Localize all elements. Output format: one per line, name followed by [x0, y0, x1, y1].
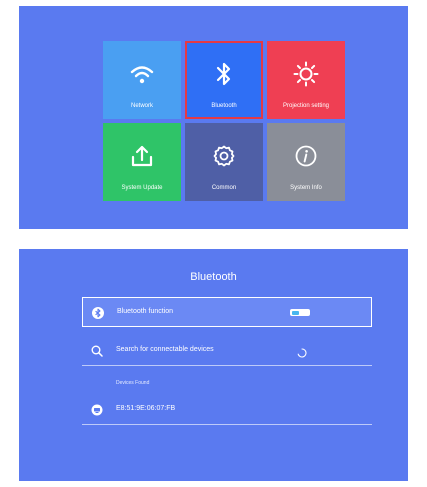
loading-spinner-icon — [297, 345, 307, 358]
tile-label: Bluetooth — [211, 103, 237, 109]
wifi-icon — [103, 61, 181, 87]
tile-common[interactable]: Common — [185, 123, 263, 201]
tile-system-update[interactable]: System Update — [103, 123, 181, 201]
search-devices-row[interactable]: Search for connectable devices — [82, 336, 372, 366]
tile-label: Common — [211, 185, 237, 191]
tile-label: Projection setting — [282, 103, 330, 109]
settings-menu-panel: Network Bluetooth Projection setting Sys… — [19, 6, 408, 229]
device-name: E8:51:9E:06:07:FB — [116, 405, 176, 412]
bluetooth-icon — [187, 61, 261, 87]
gear-icon — [185, 143, 263, 169]
tile-network[interactable]: Network — [103, 41, 181, 119]
tile-system-info[interactable]: System Info — [267, 123, 345, 201]
upload-icon — [103, 143, 181, 169]
tile-label: Network — [130, 103, 153, 109]
device-icon — [91, 403, 103, 416]
info-icon — [267, 143, 345, 169]
brightness-icon — [267, 61, 345, 87]
devices-found-heading: Devices Found — [116, 380, 150, 386]
search-devices-label: Search for connectable devices — [116, 346, 214, 353]
tile-label: System Update — [121, 185, 163, 191]
toggle-knob — [292, 310, 299, 315]
bluetooth-settings-panel: Bluetooth Bluetooth function Search for … — [19, 249, 408, 481]
page-title: Bluetooth — [190, 271, 237, 283]
device-row[interactable]: E8:51:9E:06:07:FB — [82, 395, 372, 425]
tile-label: System Info — [290, 185, 322, 191]
tile-projection-setting[interactable]: Projection setting — [267, 41, 345, 119]
search-icon — [91, 344, 103, 357]
bluetooth-toggle[interactable] — [290, 309, 310, 316]
bluetooth-function-row[interactable]: Bluetooth function — [82, 297, 372, 327]
tile-bluetooth[interactable]: Bluetooth — [185, 41, 263, 119]
bluetooth-function-label: Bluetooth function — [117, 308, 174, 315]
bluetooth-circle-icon — [92, 306, 104, 319]
